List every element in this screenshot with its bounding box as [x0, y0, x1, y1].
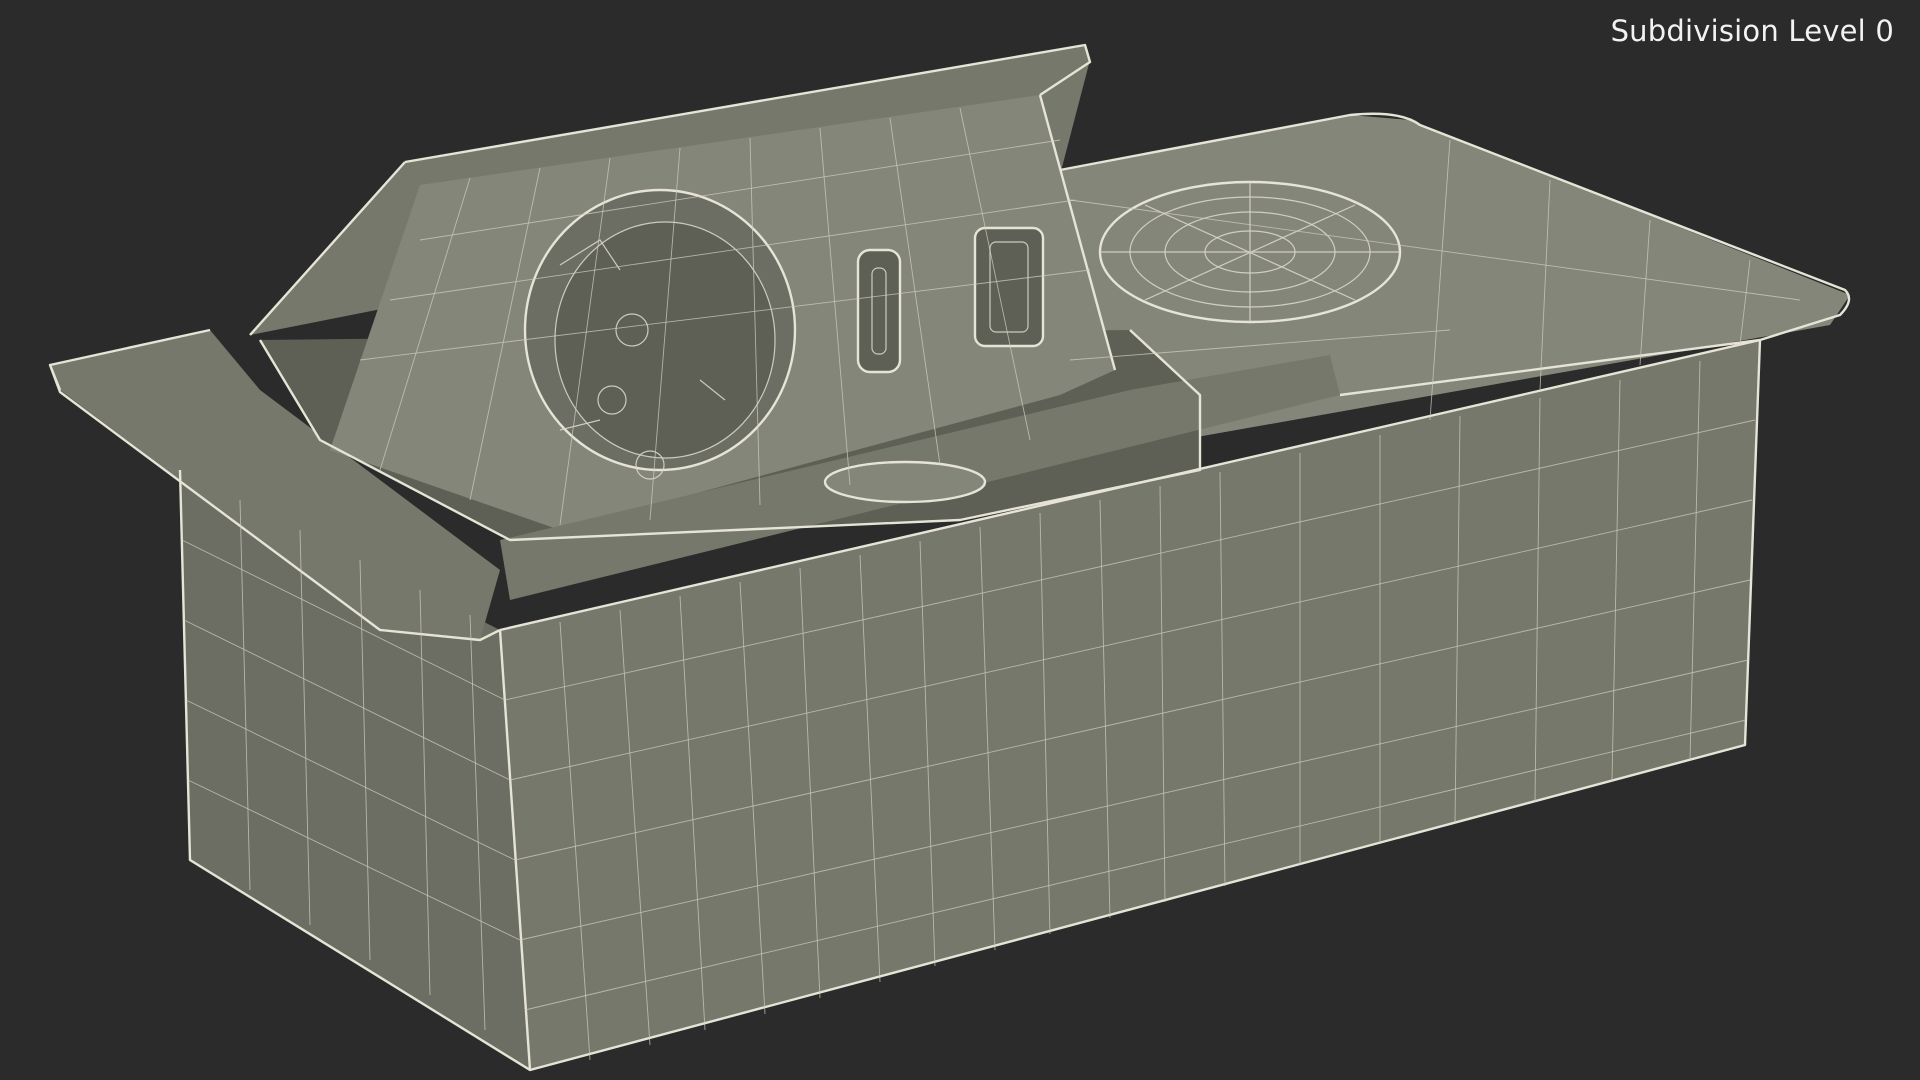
- usb-a-port: [973, 226, 1045, 348]
- usb-c-port: [856, 248, 902, 374]
- 3d-viewport[interactable]: Subdivision Level 0: [0, 0, 1920, 1080]
- round-cover: [1098, 180, 1402, 324]
- wireframe-model-socket-box: [48, 43, 1851, 1072]
